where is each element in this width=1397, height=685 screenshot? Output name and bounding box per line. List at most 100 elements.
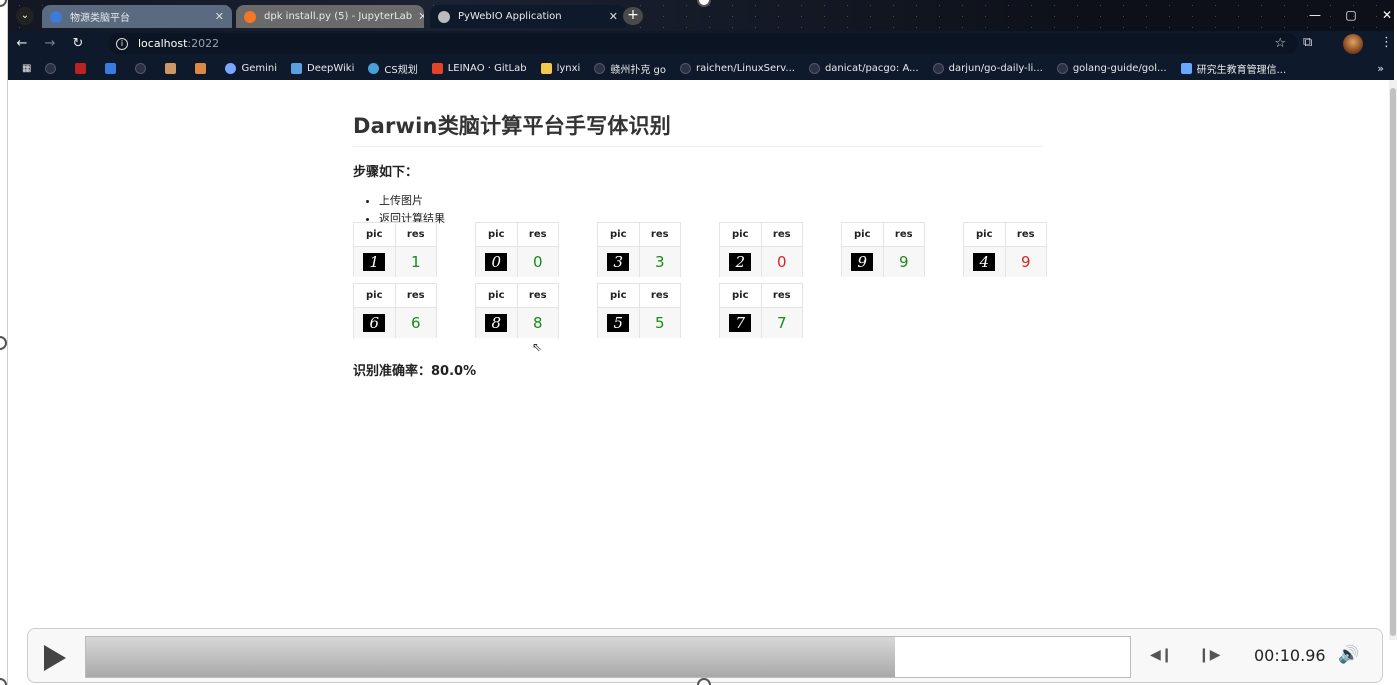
bookmark-lynxi[interactable]: lynxi xyxy=(540,62,580,74)
result-body-row: 11 xyxy=(354,247,436,277)
res-header: res xyxy=(650,229,669,240)
result-header-row: pic res xyxy=(720,284,802,308)
step-back-icon[interactable]: ◀❙ xyxy=(1150,647,1173,663)
result-header-row: pic res xyxy=(354,223,436,247)
menu-kebab-icon[interactable]: ⋮ xyxy=(1380,35,1393,50)
digit-image-cell: 6 xyxy=(354,308,396,338)
playback-time: 00:10.96 xyxy=(1254,646,1326,665)
new-tab-button[interactable]: + xyxy=(623,7,643,25)
bookmark-raichen[interactable]: raichen/LinuxServ... xyxy=(680,62,795,74)
address-bar[interactable]: i localhost:2022 ☆ xyxy=(108,33,1298,54)
result-table: pic res 1 1 xyxy=(353,222,437,277)
tab-favicon-icon xyxy=(438,10,450,23)
chevron-more-icon[interactable]: » xyxy=(1377,62,1384,75)
result-header-row: pic res xyxy=(842,223,924,247)
bookmark-graduate[interactable]: 研究生教育管理信... xyxy=(1180,61,1286,76)
step-item: 上传图片 xyxy=(379,192,1043,210)
volume-icon[interactable]: 🔊 xyxy=(1338,645,1359,665)
digit-image-cell: 1 xyxy=(354,247,396,277)
handwritten-digit-image: 3 xyxy=(607,253,630,271)
tab-search-button[interactable]: ⌄ xyxy=(16,7,34,25)
bookmark-gemini[interactable]: Gemini xyxy=(225,62,277,74)
url-host: localhost xyxy=(138,37,188,50)
result-body-row: 00 xyxy=(476,247,558,277)
jupyter-icon xyxy=(244,10,256,23)
maximize-button[interactable]: ▢ xyxy=(1334,4,1368,26)
result-table: pic res 4 9 xyxy=(963,222,1047,277)
bookmark-star-icon[interactable]: ☆ xyxy=(1274,36,1286,51)
pic-header: pic xyxy=(476,223,518,246)
bookmark-deepwiki[interactable]: DeepWiki xyxy=(291,62,354,74)
close-icon[interactable]: ✕ xyxy=(603,10,618,23)
bookmark-icon-2[interactable] xyxy=(75,62,91,74)
steps-heading: 步骤如下： xyxy=(353,165,419,180)
bookmark-ganzhou[interactable]: 赣州扑克 go xyxy=(594,61,666,76)
digit-image-cell: 0 xyxy=(476,247,518,277)
digit-image-cell: 9 xyxy=(842,247,884,277)
scrollbar-thumb[interactable] xyxy=(1390,88,1396,636)
forward-arrow-icon[interactable]: → xyxy=(36,36,64,51)
handwritten-digit-image: 9 xyxy=(851,253,874,271)
res-header: res xyxy=(894,229,913,240)
res-header: res xyxy=(528,229,547,240)
bookmark-gitlab[interactable]: LEINAO · GitLab xyxy=(431,62,527,74)
play-icon[interactable] xyxy=(44,645,66,671)
extensions-icon[interactable]: ⧉ xyxy=(1303,35,1312,50)
close-window-button[interactable]: ✕ xyxy=(1370,4,1397,26)
result-header-row: pic res xyxy=(476,223,558,247)
reload-icon[interactable]: ↻ xyxy=(64,36,92,51)
site-info-icon[interactable]: i xyxy=(116,37,128,50)
step-forward-icon[interactable]: ❙▶ xyxy=(1198,647,1221,663)
handwritten-digit-image: 0 xyxy=(485,253,508,271)
tab-label: 物源类脑平台 xyxy=(70,13,130,24)
bookmark-icon-5[interactable] xyxy=(165,62,181,74)
close-icon[interactable]: ✕ xyxy=(412,10,424,23)
bookmark-icon-3[interactable] xyxy=(105,62,121,74)
result-body-row: 55 xyxy=(598,308,680,338)
progress-fill xyxy=(86,637,896,677)
page-scrollbar[interactable] xyxy=(1389,80,1397,640)
result-value: 9 xyxy=(898,253,909,271)
tab-jupyterlab[interactable]: dpk install.py (5) - JupyterLab ✕ xyxy=(236,5,424,28)
minimize-button[interactable]: — xyxy=(1298,4,1332,26)
apps-grid-icon[interactable]: ▦ xyxy=(22,63,31,74)
result-body-row: 20 xyxy=(720,247,802,277)
result-body-row: 66 xyxy=(354,308,436,338)
close-icon[interactable]: ✕ xyxy=(209,10,224,23)
bookmark-golang-guide[interactable]: golang-guide/gol... xyxy=(1056,62,1167,74)
result-body-row: 88 xyxy=(476,308,558,338)
bookmark-icon-1[interactable] xyxy=(45,62,61,74)
handwritten-digit-image: 5 xyxy=(607,314,630,332)
resize-handle[interactable] xyxy=(697,678,711,685)
res-header: res xyxy=(772,290,791,301)
tab-wuyuan[interactable]: 物源类脑平台 ✕ xyxy=(42,5,232,28)
result-value: 3 xyxy=(654,253,665,271)
page-title: Darwin类脑计算平台手写体识别 xyxy=(353,110,1043,147)
pic-header: pic xyxy=(720,284,762,307)
result-table: pic res 5 5 xyxy=(597,283,681,338)
result-value: 0 xyxy=(776,253,787,271)
media-player-bar: ◀❙ ❙▶ 00:10.96 🔊 xyxy=(27,628,1383,683)
bookmark-icon-6[interactable] xyxy=(195,62,211,74)
browser-toolbar: ← → ↻ i localhost:2022 ☆ ⧉ ⋮ xyxy=(8,31,1394,56)
bookmark-darjun[interactable]: darjun/go-daily-li... xyxy=(932,62,1043,74)
back-arrow-icon[interactable]: ← xyxy=(8,36,36,51)
page-viewport: Darwin类脑计算平台手写体识别 步骤如下： 上传图片 返回计算结果 picr… xyxy=(9,80,1389,685)
result-header-row: pic res xyxy=(720,223,802,247)
result-body-row: 99 xyxy=(842,247,924,277)
tab-pywebio-active[interactable]: PyWebIO Application ✕ xyxy=(430,5,626,28)
bookmarks-bar: ▦ Gemini DeepWiki CS规划 LEINAO · GitLab l… xyxy=(8,56,1394,80)
result-table: pic res 6 6 xyxy=(353,283,437,338)
bookmark-cs[interactable]: CS规划 xyxy=(368,61,418,76)
bookmark-icon-4[interactable] xyxy=(135,62,151,74)
profile-avatar[interactable] xyxy=(1343,34,1363,54)
bookmark-danicat[interactable]: danicat/pacgo: A... xyxy=(808,62,919,74)
result-header-row: pic res xyxy=(476,284,558,308)
digit-image-cell: 7 xyxy=(720,308,762,338)
pic-header: pic xyxy=(598,223,640,246)
progress-track[interactable] xyxy=(85,636,1131,678)
result-value: 0 xyxy=(532,253,543,271)
result-table: pic res 9 9 xyxy=(841,222,925,277)
result-value: 7 xyxy=(776,314,787,332)
main-content: Darwin类脑计算平台手写体识别 步骤如下： 上传图片 返回计算结果 picr… xyxy=(353,80,1047,379)
